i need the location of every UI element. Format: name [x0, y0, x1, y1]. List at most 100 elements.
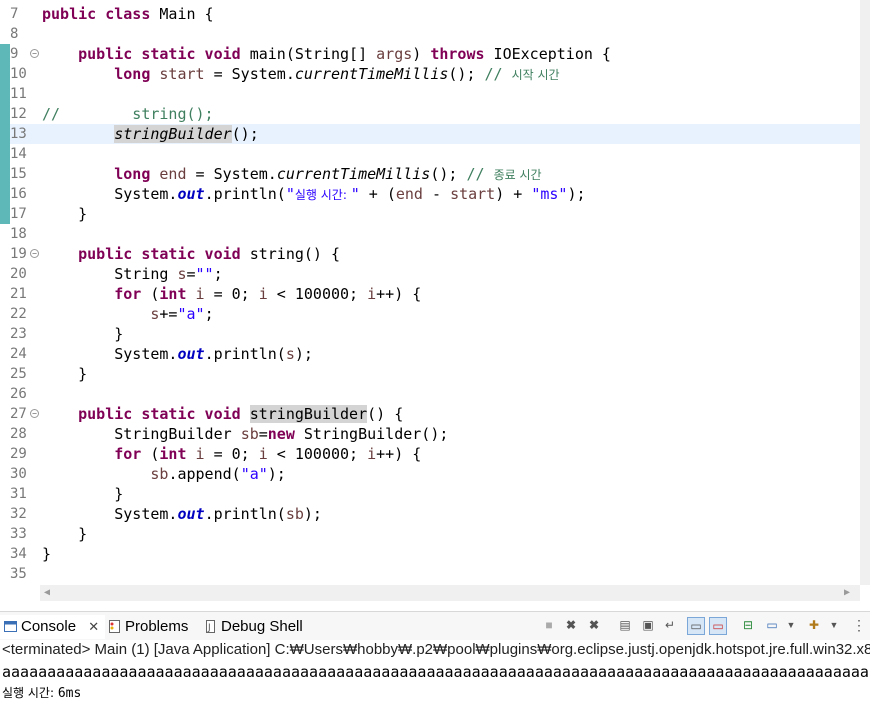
code-token: "" — [195, 265, 214, 283]
tab-problems[interactable]: Problems — [108, 615, 188, 639]
code-line[interactable]: 26 — [0, 384, 860, 404]
code-line[interactable]: 10 long start = System.currentTimeMillis… — [0, 64, 860, 84]
display-console-icon[interactable]: ▭ — [764, 617, 780, 633]
code-line[interactable]: 31 } — [0, 484, 860, 504]
show-on-stderr-icon[interactable]: ▭ — [709, 617, 727, 635]
code-line[interactable]: 15 long end = System.currentTimeMillis()… — [0, 164, 860, 184]
view-menu-icon[interactable]: ⋮ — [851, 617, 867, 633]
code-editor[interactable]: 7 public class Main { 8 9 − public static vo… — [0, 0, 860, 585]
code-token: long — [114, 65, 151, 83]
code-line[interactable]: 27− public static void stringBuilder() { — [0, 404, 860, 424]
tab-console[interactable]: Console ✕ — [0, 615, 106, 639]
code-line[interactable]: 9 − public static void main(String[] args… — [0, 44, 860, 64]
line-number: 35 — [10, 566, 27, 582]
code-text: sb.append("a"); — [42, 464, 285, 484]
fold-icon[interactable]: − — [30, 409, 39, 418]
scroll-left-icon[interactable]: ◀ — [44, 585, 50, 601]
console-output[interactable]: <terminated> Main (1) [Java Application]… — [0, 640, 870, 721]
code-line[interactable]: 30 sb.append("a"); — [0, 464, 860, 484]
open-console-icon[interactable]: ✚ — [806, 617, 822, 633]
change-marker — [0, 144, 10, 164]
fold-icon[interactable]: − — [30, 249, 39, 258]
code-line[interactable]: 29 for (int i = 0; i < 100000; i++) { — [0, 444, 860, 464]
code-token: .append( — [168, 465, 241, 483]
terminate-icon[interactable]: ■ — [541, 617, 557, 633]
show-on-stdout-icon[interactable]: ▭ — [687, 617, 705, 635]
editor-vertical-scrollbar[interactable] — [860, 0, 870, 585]
line-number: 25 — [10, 366, 27, 382]
code-token: System. — [42, 185, 178, 203]
code-token: } — [42, 525, 88, 543]
line-number: 8 — [10, 26, 19, 42]
code-token: Main { — [150, 5, 214, 23]
code-token: out — [177, 505, 205, 523]
remove-all-terminated-icon[interactable]: ✖ — [586, 617, 602, 633]
code-token: start — [450, 185, 496, 203]
code-token: ); — [567, 185, 586, 203]
code-line[interactable]: 34} — [0, 544, 860, 564]
word-wrap-icon[interactable]: ↵ — [662, 617, 678, 633]
code-line[interactable]: 11 — [0, 84, 860, 104]
code-text: System.out.println(sb); — [42, 504, 322, 524]
code-text: long end = System.currentTimeMillis(); /… — [42, 164, 541, 185]
change-marker — [0, 124, 10, 144]
code-line[interactable]: 12 // string(); — [0, 104, 860, 124]
code-line[interactable]: 14 — [0, 144, 860, 164]
code-line[interactable]: 23 } — [0, 324, 860, 344]
panel-divider[interactable] — [0, 602, 870, 610]
code-line[interactable]: 7 public class Main { — [0, 4, 860, 24]
pin-console-icon[interactable]: ⊟ — [740, 617, 756, 633]
code-line[interactable]: 24 System.out.println(s); — [0, 344, 860, 364]
display-console-menu-icon[interactable]: ▼ — [783, 617, 799, 633]
code-text: public static void main(String[] args) t… — [42, 44, 611, 64]
code-token: .println( — [204, 345, 286, 363]
tab-debug-shell[interactable]: J Debug Shell — [204, 615, 303, 639]
svg-text:J: J — [207, 623, 211, 633]
code-text: } — [42, 324, 123, 344]
editor-horizontal-scrollbar[interactable]: ◀ ▶ — [40, 585, 860, 601]
tab-console-label: Console — [21, 618, 77, 635]
fold-icon[interactable]: − — [30, 49, 39, 58]
scroll-lock-icon[interactable]: ▣ — [640, 617, 656, 633]
code-line[interactable]: 35 — [0, 564, 860, 584]
line-number: 18 — [10, 226, 27, 242]
code-token: for — [114, 285, 142, 303]
code-line[interactable]: 13 stringBuilder(); — [0, 124, 860, 144]
code-line[interactable]: 22 s+="a"; — [0, 304, 860, 324]
code-token: } — [42, 205, 88, 223]
code-token: sb — [240, 425, 259, 443]
open-console-menu-icon[interactable]: ▼ — [826, 617, 842, 633]
code-line[interactable]: 21 for (int i = 0; i < 100000; i++) { — [0, 284, 860, 304]
code-token: ( — [141, 285, 160, 303]
code-text: stringBuilder(); — [42, 124, 259, 144]
tab-debug-shell-label: Debug Shell — [221, 618, 303, 635]
change-marker — [0, 64, 10, 84]
code-token: (); — [448, 65, 485, 83]
code-line[interactable]: 28 StringBuilder sb=new StringBuilder(); — [0, 424, 860, 444]
code-line[interactable]: 25 } — [0, 364, 860, 384]
code-line[interactable]: 32 System.out.println(sb); — [0, 504, 860, 524]
code-token: start — [159, 65, 205, 83]
code-line[interactable]: 16 System.out.println("실행 시간: " + (end -… — [0, 184, 860, 204]
code-token: "a" — [240, 465, 268, 483]
clear-console-icon[interactable]: ▤ — [617, 617, 633, 633]
code-token: + ( — [359, 185, 396, 203]
code-line[interactable]: 17 } — [0, 204, 860, 224]
code-line[interactable]: 20 String s=""; — [0, 264, 860, 284]
code-token: } — [42, 365, 88, 383]
code-line[interactable]: 8 — [0, 24, 860, 44]
line-number: 22 — [10, 306, 27, 322]
code-line[interactable]: 19− public static void string() { — [0, 244, 860, 264]
close-icon[interactable]: ✕ — [88, 619, 99, 634]
code-text: long start = System.currentTimeMillis();… — [42, 64, 559, 85]
code-line[interactable]: 33 } — [0, 524, 860, 544]
code-token: = System. — [204, 65, 295, 83]
code-line[interactable]: 18 — [0, 224, 860, 244]
line-number: 10 — [10, 66, 27, 82]
scroll-right-icon[interactable]: ▶ — [844, 585, 850, 601]
code-token: = 0; — [204, 285, 259, 303]
remove-launch-icon[interactable]: ✖ — [563, 617, 579, 633]
